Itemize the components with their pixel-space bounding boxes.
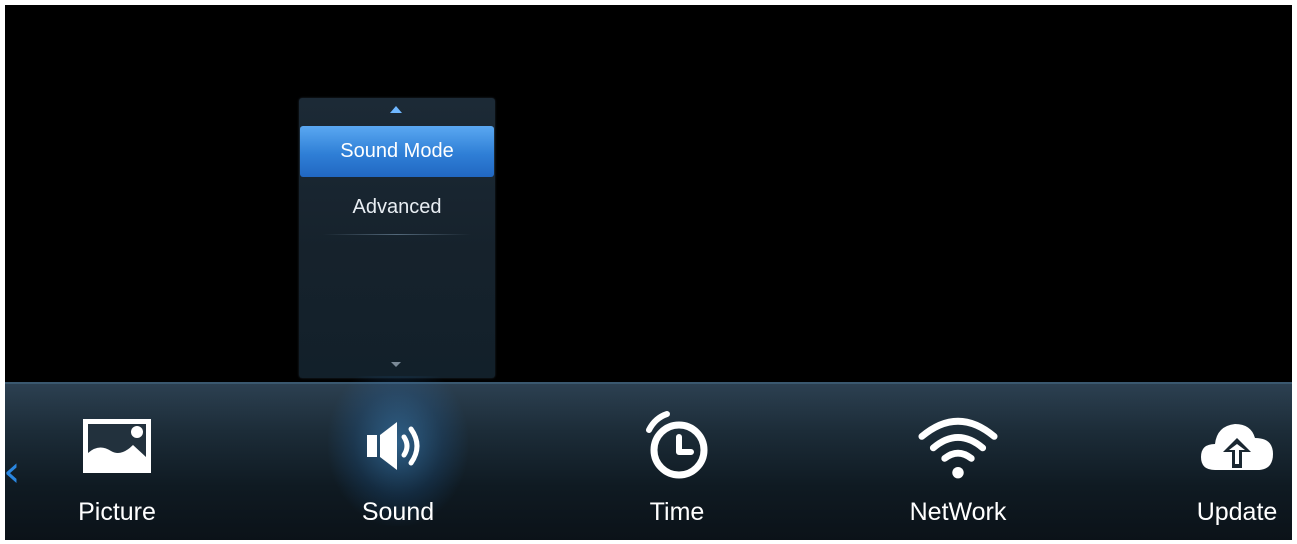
wifi-icon bbox=[918, 406, 998, 486]
nav-item-label: Sound bbox=[361, 498, 435, 526]
submenu-divider bbox=[323, 234, 471, 235]
submenu-item-sound-mode[interactable]: Sound Mode bbox=[300, 126, 494, 177]
nav-item-sound[interactable]: Sound bbox=[318, 376, 478, 540]
triangle-up-icon[interactable] bbox=[390, 106, 402, 113]
tv-screen: Sound Mode Advanced ‹ Picture bbox=[5, 5, 1292, 540]
nav-item-network[interactable]: NetWork bbox=[878, 384, 1038, 540]
submenu-item-advanced[interactable]: Advanced bbox=[299, 182, 495, 232]
nav-item-time[interactable]: Time bbox=[597, 384, 757, 540]
nav-item-update[interactable]: Update bbox=[1157, 384, 1292, 540]
cloud-upload-icon bbox=[1197, 406, 1277, 486]
nav-item-label: NetWork bbox=[909, 498, 1007, 526]
speaker-icon bbox=[358, 406, 438, 486]
submenu-item-label: Sound Mode bbox=[340, 140, 454, 162]
submenu-item-label: Advanced bbox=[352, 195, 442, 218]
nav-item-label: Time bbox=[649, 498, 705, 526]
nav-item-label: Picture bbox=[78, 498, 156, 526]
settings-nav-bar: ‹ Picture bbox=[5, 376, 1292, 540]
chevron-left-icon[interactable]: ‹ bbox=[5, 450, 27, 494]
clock-icon bbox=[637, 406, 717, 486]
nav-item-picture[interactable]: Picture bbox=[37, 384, 197, 540]
picture-icon bbox=[77, 406, 157, 486]
nav-item-label: Update bbox=[1196, 498, 1278, 526]
sound-submenu: Sound Mode Advanced bbox=[299, 98, 495, 378]
triangle-down-icon[interactable] bbox=[391, 362, 401, 367]
